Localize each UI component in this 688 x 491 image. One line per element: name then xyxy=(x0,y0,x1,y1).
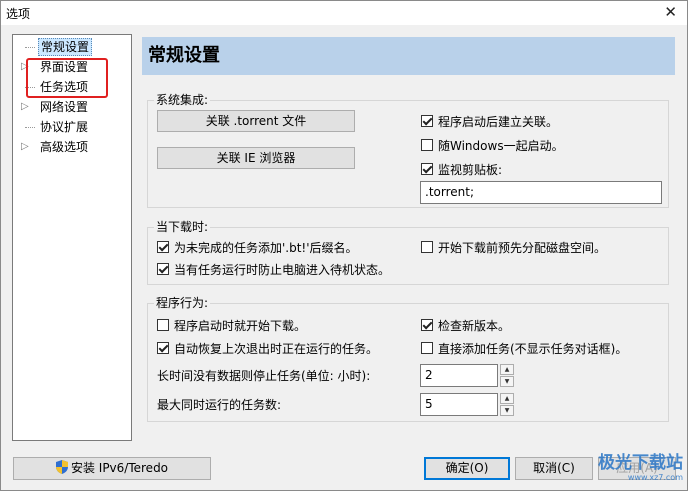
checkbox-label: 当有任务运行时防止电脑进入待机状态。 xyxy=(174,263,391,277)
page-title: 常规设置 xyxy=(142,37,675,75)
checkbox-unchecked[interactable] xyxy=(421,139,433,151)
idle-timeout-stepper[interactable]: ▲ ▼ xyxy=(500,364,514,387)
checkbox-label: 为未完成的任务添加'.bt!'后缀名。 xyxy=(174,241,358,255)
checkbox-checked[interactable] xyxy=(157,241,169,253)
window-title: 选项 xyxy=(6,7,31,21)
shield-icon xyxy=(55,460,68,474)
tree-item-label: 协议扩展 xyxy=(40,120,89,134)
checkbox-label: 程序启动时就开始下载。 xyxy=(174,319,307,333)
checkbox-checked[interactable] xyxy=(421,115,433,127)
title-bar: 选项 ✕ xyxy=(1,1,687,25)
spin-up-icon[interactable]: ▲ xyxy=(500,393,514,404)
group-label: 当下载时: xyxy=(154,219,211,235)
highlight-annotation xyxy=(26,58,108,98)
spin-up-icon[interactable]: ▲ xyxy=(500,364,514,375)
tree-item-label: 高级选项 xyxy=(40,140,89,154)
tree-connector xyxy=(25,47,35,48)
clipboard-extensions-input[interactable]: .torrent; xyxy=(420,181,662,204)
tree-item-label: 常规设置 xyxy=(38,38,93,56)
when-downloading-group: 当下载时: 为未完成的任务添加'.bt!'后缀名。 开始下载前预先分配磁盘空间。… xyxy=(147,219,669,285)
checkbox-checked[interactable] xyxy=(157,342,169,354)
max-tasks-stepper[interactable]: ▲ ▼ xyxy=(500,393,514,416)
checkbox-label: 自动恢复上次退出时正在运行的任务。 xyxy=(174,342,379,356)
checkbox-checked[interactable] xyxy=(421,163,433,175)
general-settings-panel: 常规设置 系统集成: 关联 .torrent 文件 关联 IE 浏览器 程序启动… xyxy=(138,34,683,439)
group-label: 系统集成: xyxy=(154,92,211,108)
idle-timeout-label: 长时间没有数据则停止任务(单位: 小时): xyxy=(157,369,371,383)
program-behavior-group: 程序行为: 程序启动时就开始下载。 检查新版本。 自动恢复上次退出时正在运行的任… xyxy=(147,295,669,422)
checkbox-label: 程序启动后建立关联。 xyxy=(438,115,559,129)
checkbox-unchecked[interactable] xyxy=(157,319,169,331)
checkbox-unchecked[interactable] xyxy=(421,342,433,354)
checkbox-checked[interactable] xyxy=(421,319,433,331)
group-label: 程序行为: xyxy=(154,295,211,311)
watermark-url: www.xz7.com xyxy=(627,473,683,482)
ok-button[interactable]: 确定(O) xyxy=(424,457,510,480)
watermark-logo: 极光下载站 www.xz7.com xyxy=(598,448,683,482)
install-ipv6-label: 安装 IPv6/Teredo xyxy=(70,461,169,475)
watermark-text: 极光下载站 xyxy=(598,453,683,473)
checkbox-checked[interactable] xyxy=(157,263,169,275)
max-tasks-label: 最大同时运行的任务数: xyxy=(157,398,282,412)
options-dialog: 选项 ✕ 常规设置 ▷ 界面设置 任务选项 ▷ 网络设置 协议扩展 ▷ 高级选项 xyxy=(0,0,688,491)
close-icon[interactable]: ✕ xyxy=(664,3,677,21)
cancel-button[interactable]: 取消(C) xyxy=(515,457,593,480)
tree-item-label: 网络设置 xyxy=(40,100,89,114)
tree-connector xyxy=(25,127,35,128)
checkbox-label: 直接添加任务(不显示任务对话框)。 xyxy=(438,342,628,356)
associate-ie-button[interactable]: 关联 IE 浏览器 xyxy=(157,147,355,169)
checkbox-label: 开始下载前预先分配磁盘空间。 xyxy=(438,241,607,255)
spin-down-icon[interactable]: ▼ xyxy=(500,376,514,387)
idle-timeout-input[interactable]: 2 xyxy=(420,364,498,387)
checkbox-unchecked[interactable] xyxy=(421,241,433,253)
install-ipv6-button[interactable]: 安装 IPv6/Teredo xyxy=(13,457,211,480)
spin-down-icon[interactable]: ▼ xyxy=(500,405,514,416)
checkbox-label: 监视剪贴板: xyxy=(438,163,503,177)
checkbox-label: 检查新版本。 xyxy=(438,319,511,333)
expand-icon[interactable]: ▷ xyxy=(21,98,35,116)
expand-icon[interactable]: ▷ xyxy=(21,138,35,156)
system-integration-group: 系统集成: 关联 .torrent 文件 关联 IE 浏览器 程序启动后建立关联… xyxy=(147,92,669,208)
max-tasks-input[interactable]: 5 xyxy=(420,393,498,416)
checkbox-label: 随Windows一起启动。 xyxy=(438,139,564,153)
associate-torrent-button[interactable]: 关联 .torrent 文件 xyxy=(157,110,355,132)
